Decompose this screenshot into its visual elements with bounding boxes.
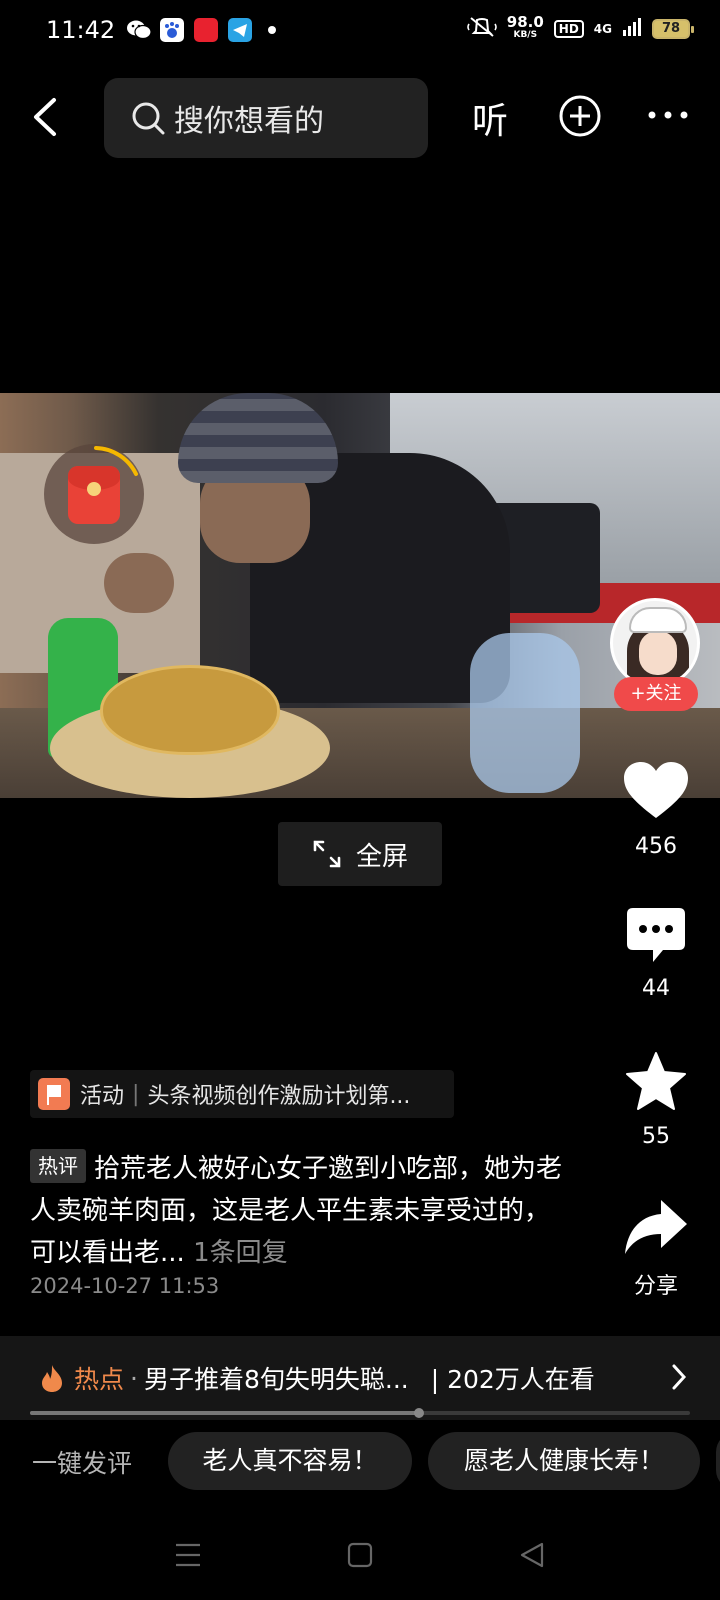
tag-separator: |: [132, 1081, 140, 1107]
star-icon: [626, 1052, 686, 1110]
more-dots-icon: [648, 111, 688, 119]
home-nav-button[interactable]: [346, 1540, 374, 1574]
fullscreen-button[interactable]: 全屏: [278, 822, 442, 886]
video-progress-bar[interactable]: [30, 1408, 690, 1418]
hot-comment-text: 拾荒老人被好心女子邀到小吃部，她为老人卖碗羊肉面，这是老人平生素未享受过的，可以…: [30, 1154, 563, 1268]
back-button[interactable]: [22, 92, 72, 142]
more-button[interactable]: [646, 100, 690, 130]
comment-button[interactable]: 44: [606, 906, 706, 1001]
activity-text: 头条视频创作激励计划第...: [147, 1084, 411, 1109]
activity-label: 活动: [80, 1084, 125, 1109]
activity-tag[interactable]: 活动 | 头条视频创作激励计划第...: [30, 1070, 454, 1118]
top-nav: 搜你想看的 听: [0, 78, 720, 158]
system-nav-bar: [0, 1530, 720, 1584]
search-input[interactable]: 搜你想看的: [104, 78, 428, 158]
fire-icon: [42, 1365, 62, 1392]
battery-icon: 78: [652, 19, 694, 39]
share-arrow-icon: [625, 1200, 687, 1254]
hotspot-title: 男子推着8旬失明失聪...: [143, 1365, 409, 1394]
video-scene-plastic-bag: [470, 633, 580, 793]
net-speed: 98.0 KB/S: [507, 15, 544, 42]
baidu-icon: [160, 18, 184, 42]
status-app-icons: [126, 18, 276, 42]
video-scene-man-hat: [178, 393, 338, 483]
mute-icon: [466, 16, 497, 42]
hotspot-bar[interactable]: 热点 · 男子推着8旬失明失聪... | 202万人在看: [0, 1336, 720, 1420]
like-button[interactable]: 456: [606, 760, 706, 859]
signal-icon: [622, 17, 642, 41]
favorite-button[interactable]: 55: [606, 1050, 706, 1149]
toutiao-icon: [194, 18, 218, 42]
hot-comment[interactable]: 热评 拾荒老人被好心女子邀到小吃部，她为老人卖碗羊肉面，这是老人平生素未享受过的，…: [30, 1148, 570, 1274]
back-nav-button[interactable]: [518, 1540, 546, 1574]
avatar-face: [639, 631, 677, 675]
wechat-icon: [126, 18, 152, 42]
like-count: 456: [635, 834, 677, 859]
share-button[interactable]: 分享: [606, 1198, 706, 1300]
home-square-icon: [347, 1542, 373, 1568]
search-placeholder: 搜你想看的: [174, 104, 324, 139]
search-icon: [132, 102, 165, 135]
red-packet-icon: [68, 466, 120, 524]
listen-button[interactable]: 听: [472, 92, 508, 144]
hotspot-viewers: | 202万人在看: [430, 1365, 595, 1394]
share-label: 分享: [633, 1274, 678, 1299]
plus-circle-icon: [559, 95, 601, 137]
notification-dot-icon: [268, 26, 276, 34]
video-progress-fill: [30, 1411, 420, 1415]
hot-comment-badge: 热评: [30, 1149, 86, 1183]
red-packet-button[interactable]: [44, 444, 144, 544]
chevron-left-icon: [34, 98, 56, 136]
author-avatar[interactable]: [610, 598, 700, 688]
quick-comment-chip[interactable]: 老人真不容易！: [168, 1432, 412, 1490]
follow-button[interactable]: +关注: [614, 677, 698, 711]
favorite-count: 55: [642, 1124, 670, 1149]
quick-comment-bar: 一键发评 老人真不容易！ 愿老人健康长寿！: [0, 1432, 720, 1490]
menu-lines-icon: [176, 1543, 200, 1567]
status-indicators: 98.0 KB/S HD 4G 78: [466, 15, 694, 42]
telegram-icon: [228, 18, 252, 42]
hd-badge: HD: [553, 20, 584, 38]
comment-bubble-icon: [627, 908, 685, 962]
chevron-right-icon: [672, 1364, 687, 1390]
menu-nav-button[interactable]: [174, 1540, 202, 1574]
video-scene-hand: [104, 553, 174, 613]
add-button[interactable]: [558, 94, 602, 138]
heart-icon: [624, 762, 688, 818]
video-scene-bowl: [100, 665, 280, 755]
reply-link[interactable]: 1条回复: [193, 1238, 288, 1268]
quick-comment-label: 一键发评: [32, 1449, 133, 1478]
hotspot-label: 热点: [74, 1365, 125, 1394]
status-time: 11:42: [46, 16, 116, 44]
hotspot-separator: ·: [130, 1363, 138, 1393]
back-triangle-icon: [520, 1542, 544, 1568]
comment-count: 44: [642, 976, 670, 1001]
quick-comment-chip[interactable]: 愿老人健康长寿！: [428, 1432, 700, 1490]
fullscreen-label: 全屏: [355, 841, 408, 872]
quick-comment-chip-partial[interactable]: [716, 1432, 720, 1490]
expand-icon: [313, 840, 341, 868]
status-bar: 11:42 98.0 KB/S HD 4G 78: [0, 0, 720, 64]
network-type: 4G: [593, 22, 612, 36]
flag-icon: [38, 1078, 70, 1110]
avatar-cap: [629, 607, 687, 633]
post-timestamp: 2024-10-27 11:53: [30, 1274, 220, 1298]
